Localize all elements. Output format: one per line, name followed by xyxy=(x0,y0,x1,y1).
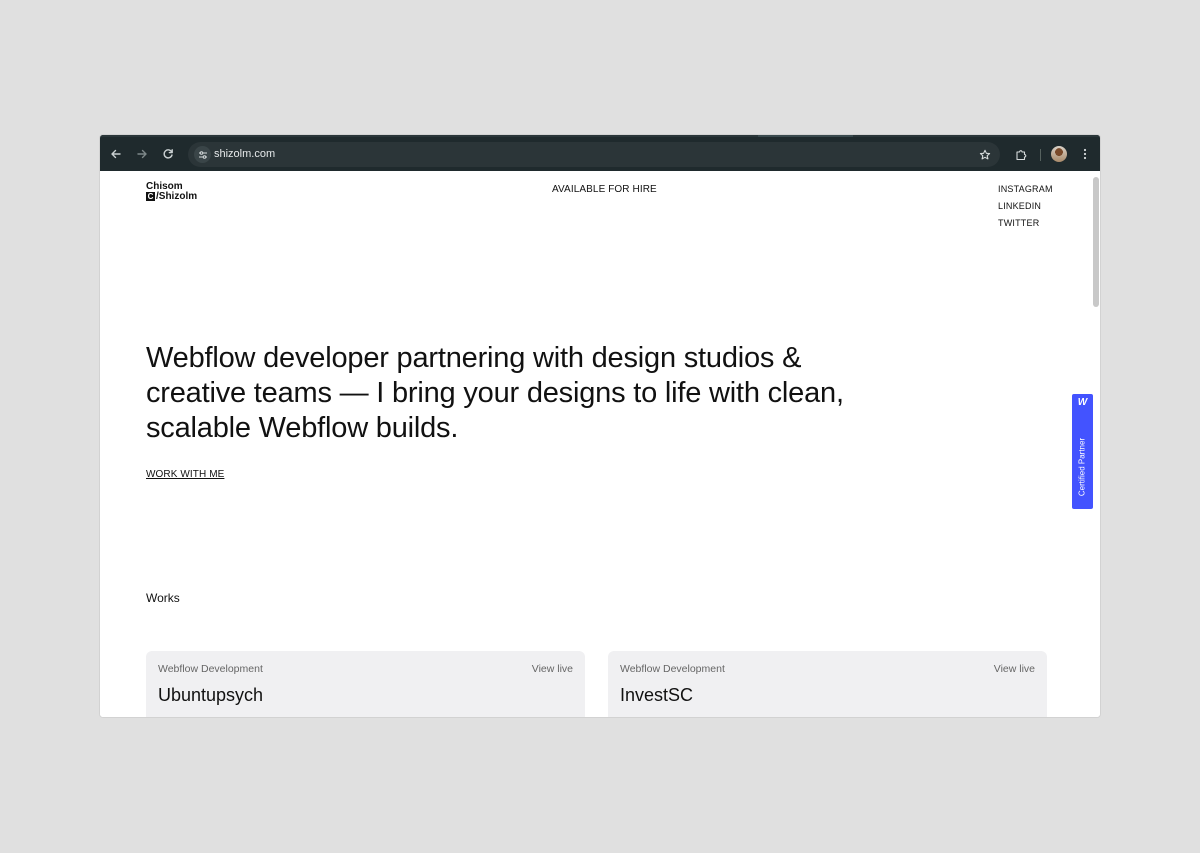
url-text[interactable]: shizolm.com xyxy=(214,142,275,167)
reload-icon xyxy=(163,149,173,159)
address-bar[interactable]: shizolm.com xyxy=(188,142,1000,167)
tune-icon xyxy=(198,150,207,159)
arrow-left-icon xyxy=(111,149,121,159)
site-info-button[interactable] xyxy=(194,146,211,163)
work-title: InvestSC xyxy=(620,685,694,705)
availability-status: AVAILABLE FOR HIRE xyxy=(552,184,657,195)
work-category: Webflow Development xyxy=(620,663,725,675)
logo-mark: C xyxy=(146,192,155,201)
puzzle-icon xyxy=(1015,149,1026,160)
badge-label: Certified Partner xyxy=(1077,437,1087,497)
browser-window: shizolm.com Chisom C/Shizolm AVAILABLE F… xyxy=(100,135,1100,717)
work-card-investsc[interactable]: Webflow Development View live InvestSC xyxy=(608,651,1047,717)
toolbar-separator xyxy=(1040,149,1041,161)
linkedin-link[interactable]: LINKEDIN xyxy=(998,198,1053,215)
twitter-link[interactable]: TWITTER xyxy=(998,215,1053,232)
web-page: Chisom C/Shizolm AVAILABLE FOR HIRE INST… xyxy=(100,171,1100,717)
work-card-ubuntupsych[interactable]: Webflow Development View live Ubuntupsyc… xyxy=(146,651,585,717)
back-button[interactable] xyxy=(107,145,125,163)
browser-menu-button[interactable] xyxy=(1076,145,1094,163)
work-title: Ubuntupsych xyxy=(158,685,264,705)
social-links: INSTAGRAM LINKEDIN TWITTER xyxy=(998,181,1053,232)
webflow-logo-icon: W xyxy=(1077,397,1088,408)
extensions-button[interactable] xyxy=(1012,145,1030,163)
profile-avatar[interactable] xyxy=(1051,146,1067,162)
bookmark-button[interactable] xyxy=(976,146,993,163)
star-icon xyxy=(979,149,990,159)
logo-line-2: /Shizolm xyxy=(156,191,198,202)
work-category: Webflow Development xyxy=(158,663,263,675)
site-logo[interactable]: Chisom C/Shizolm xyxy=(146,182,197,202)
work-with-me-link[interactable]: WORK WITH ME xyxy=(146,469,224,480)
webflow-certified-partner-badge[interactable]: W Certified Partner xyxy=(1072,394,1093,509)
reload-button[interactable] xyxy=(159,145,177,163)
hero-heading: Webflow developer partnering with design… xyxy=(146,342,844,444)
page-scrollbar[interactable] xyxy=(1093,177,1099,307)
view-live-link[interactable]: View live xyxy=(994,663,1035,675)
view-live-link[interactable]: View live xyxy=(532,663,573,675)
instagram-link[interactable]: INSTAGRAM xyxy=(998,181,1053,198)
forward-button[interactable] xyxy=(133,145,151,163)
tab-strip-hint xyxy=(758,135,853,137)
kebab-menu-icon xyxy=(1083,148,1087,160)
works-section-title: Works xyxy=(146,591,180,605)
browser-toolbar: shizolm.com xyxy=(100,135,1100,171)
arrow-right-icon xyxy=(137,149,147,159)
